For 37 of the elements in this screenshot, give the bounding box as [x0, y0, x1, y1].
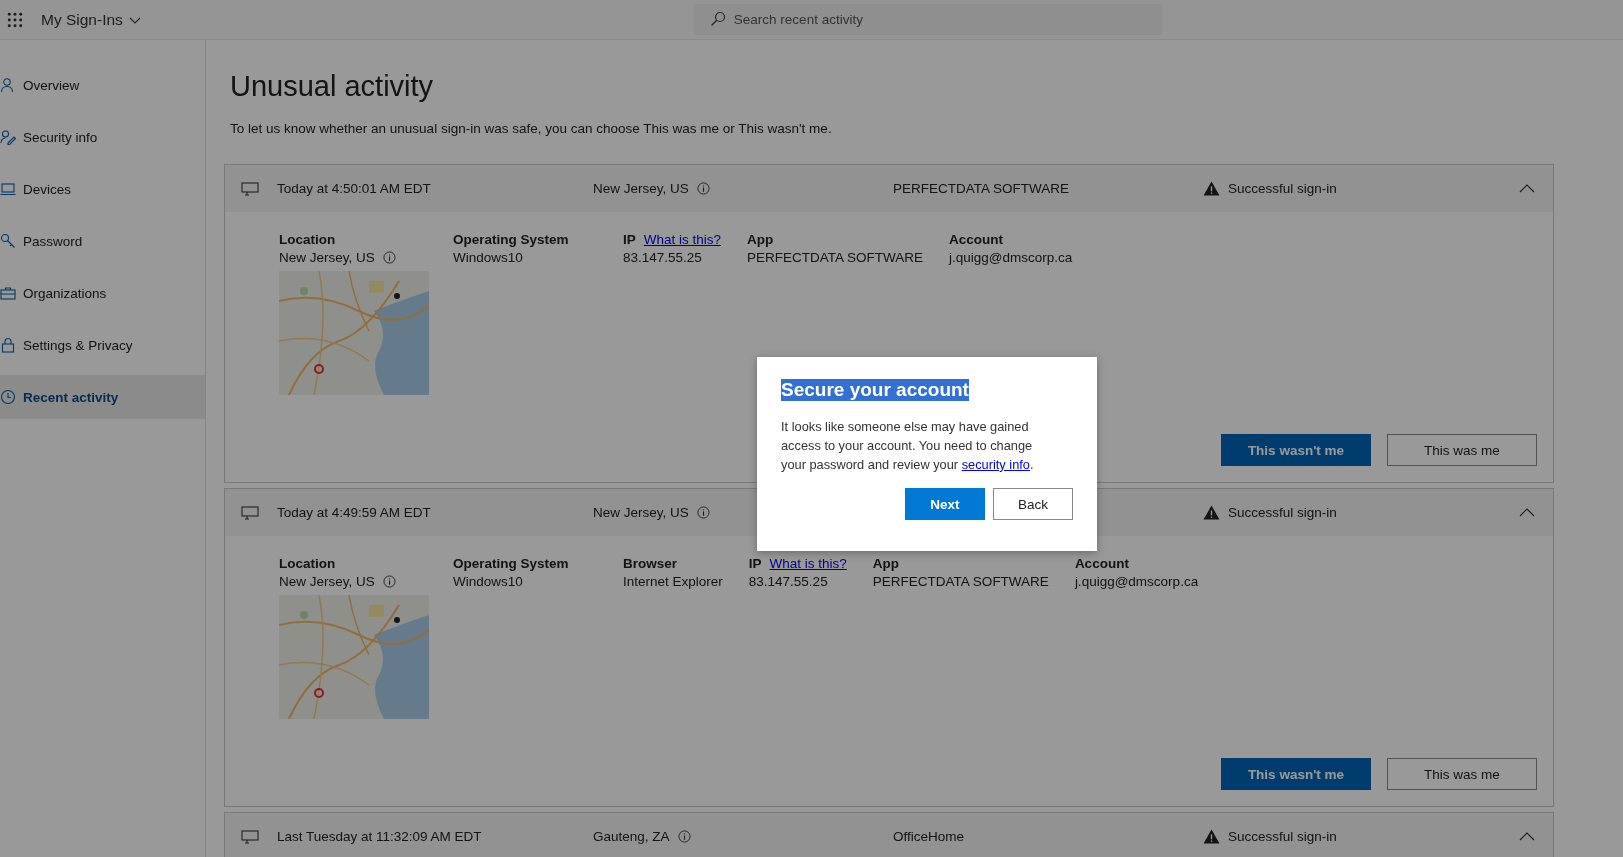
page-description: To let us know whether an unusual sign-in was safe, you can choose This was me or This wasn't me. — [230, 121, 833, 136]
sign-in-time: Last Tuesday at 11:32:09 AM EDT — [277, 829, 483, 844]
sign-in-status: Successful sign-in — [1228, 181, 1337, 196]
detail-label: Location — [279, 232, 336, 247]
detail-label: App — [872, 556, 900, 571]
detail-label: IP — [623, 232, 636, 247]
detail-value: New Jersey, US — [279, 574, 375, 589]
sign-in-app: PERFECTDATA SOFTWARE — [893, 181, 1069, 196]
detail-value: PERFECTDATA SOFTWARE — [872, 574, 1049, 589]
detail-value: PERFECTDATA SOFTWARE — [747, 250, 924, 265]
sign-in-status: Successful sign-in — [1228, 829, 1337, 844]
sign-in-location: Gauteng, ZA — [593, 829, 670, 844]
sign-in-app: OfficeHome — [893, 829, 965, 844]
detail-label: Location — [279, 556, 336, 571]
detail-label: App — [747, 232, 774, 247]
detail-label: IP — [748, 556, 762, 571]
dialog-message: It looks like someone else may have gained access to your account. You need to change your password and review your security info. — [781, 418, 1035, 474]
detail-label: Operating System — [453, 556, 569, 571]
sign-in-status: Successful sign-in — [1228, 505, 1337, 520]
detail-label: Account — [949, 232, 1004, 247]
sign-in-location: New Jersey, US — [593, 505, 689, 520]
detail-value: j.quigg@dmscorp.ca — [1074, 574, 1199, 589]
sign-in-time: Today at 4:49:59 AM EDT — [277, 505, 432, 520]
detail-label: Operating System — [453, 232, 569, 247]
dialog-title: Secure your account — [781, 379, 969, 401]
detail-value: New Jersey, US — [279, 250, 375, 265]
detail-value: j.quigg@dmscorp.ca — [949, 250, 1073, 265]
sign-in-location: New Jersey, US — [593, 181, 689, 196]
detail-value: 83.147.55.25 — [623, 250, 702, 265]
detail-label: Account — [1074, 556, 1129, 571]
detail-label: Browser — [623, 556, 678, 571]
page-title: Unusual activity — [230, 70, 435, 103]
detail-value: Windows10 — [453, 250, 523, 265]
sign-in-time: Today at 4:50:01 AM EDT — [277, 181, 432, 196]
detail-value: Internet Explorer — [623, 574, 723, 589]
detail-value: Windows10 — [453, 574, 523, 589]
detail-value: 83.147.55.25 — [748, 574, 828, 589]
